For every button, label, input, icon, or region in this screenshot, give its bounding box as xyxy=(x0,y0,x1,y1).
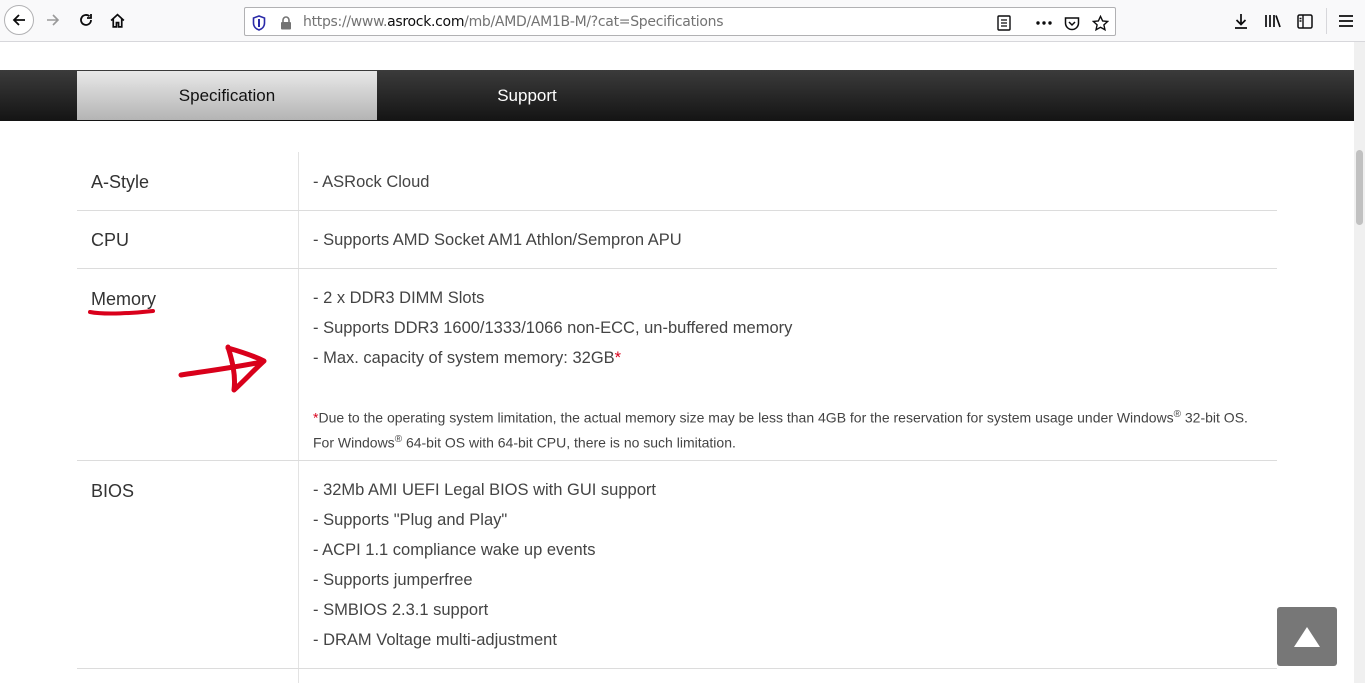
annotation-overlay xyxy=(88,309,267,393)
underline-annotation xyxy=(88,309,155,316)
triangle-up-icon xyxy=(1294,626,1320,647)
scrollbar-thumb[interactable] xyxy=(1356,150,1363,225)
page-scrollbar[interactable] xyxy=(1354,42,1365,683)
arrow-annotation xyxy=(178,344,267,393)
back-to-top-button[interactable] xyxy=(1277,607,1337,666)
